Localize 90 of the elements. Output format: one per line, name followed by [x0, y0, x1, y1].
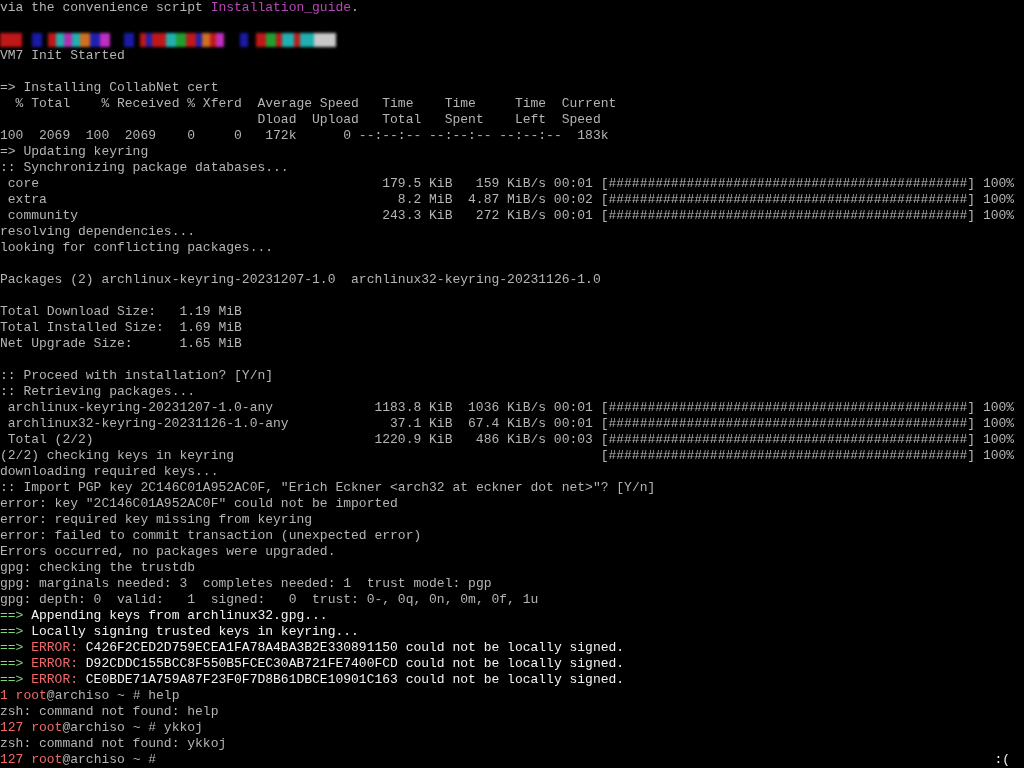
terminal-text: :: Synchronizing package databases...	[0, 160, 289, 176]
elapsed-time: 00:01	[553, 176, 593, 191]
package-name: community	[7, 208, 78, 223]
download-speed: 1036 KiB/s	[468, 400, 547, 415]
prompt-text: root	[30, 752, 63, 768]
terminal-text: resolving dependencies...	[0, 224, 196, 240]
terminal-text: Dload Upload Total Spent Left Speed	[256, 112, 601, 128]
hash-progress-text: [##############################################]	[600, 192, 976, 208]
package-name: extra	[7, 192, 47, 207]
hash-progress-text: [##############################################]	[600, 432, 976, 448]
terminal-text: .	[351, 0, 359, 16]
terminal-text: C426F2CED2D759ECEA1FA78A4BA3B2E330891150 could not be locally signed.	[84, 640, 625, 656]
terminal-text: :: Proceed with installation? [Y/n]	[0, 368, 274, 384]
prompt-text: 127	[0, 752, 24, 768]
terminal-text: :: Retrieving packages...	[0, 384, 196, 400]
download-speed: 159 KiB/s	[475, 176, 547, 191]
prompt-text: root	[14, 688, 47, 704]
progress-percent: 100%	[982, 208, 1015, 224]
download-size: 1183.8 KiB	[374, 400, 453, 415]
progress-percent: 100%	[982, 416, 1015, 432]
prompt-text: 1	[0, 688, 8, 704]
arrow-marker: ==>	[0, 624, 24, 640]
terminal-text: Locally signing trusted keys in keyring...	[30, 624, 359, 640]
terminal-text: 100 2069 100 2069 0 0 172k 0 --:--:-- --:--:-- --:--:-- 183k	[0, 128, 609, 144]
progress-percent: 100%	[982, 400, 1015, 416]
terminal-text: Net Upgrade Size: 1.65 MiB	[0, 336, 242, 352]
terminal-text: zsh: command not found: ykkoj	[0, 736, 227, 752]
terminal-text: Total Installed Size: 1.69 MiB	[0, 320, 242, 336]
download-speed: 486 KiB/s	[475, 432, 547, 447]
terminal-text: :: Import PGP key 2C146C01A952AC0F, "Erich Eckner <arch32 at eckner dot net>"? [Y/n]	[0, 480, 656, 496]
terminal-text: @archiso ~ # ykkoj	[62, 720, 203, 736]
package-name: Total (2/2)	[7, 432, 94, 447]
terminal-text: Total Download Size: 1.19 MiB	[0, 304, 242, 320]
arrow-marker: ==>	[0, 608, 24, 624]
package-name: core	[7, 176, 39, 191]
terminal-text: @archiso ~ # help	[46, 688, 180, 704]
prompt-text: 127	[0, 720, 24, 736]
terminal-text: gpg: marginals needed: 3 completes needed: 1 trust model: pgp	[0, 576, 492, 592]
terminal-text: gpg: checking the trustdb	[0, 560, 196, 576]
download-size: 243.3 KiB	[382, 208, 453, 223]
prompt-text: root	[30, 720, 63, 736]
terminal-text: VM7 Init Started	[0, 48, 125, 64]
hash-progress-text: [##############################################]	[600, 448, 976, 464]
terminal-text: zsh: command not found: help	[0, 704, 219, 720]
terminal-text: downloading required keys...	[0, 464, 219, 480]
terminal-text: => Installing CollabNet cert	[0, 80, 219, 96]
elapsed-time: 00:01	[553, 208, 593, 223]
status-indicator: :(	[994, 752, 1010, 768]
terminal-text: % Total % Received % Xferd Average Speed Time Time Time Current	[14, 96, 617, 112]
terminal-text: error: failed to commit transaction (unexpected error)	[0, 528, 422, 544]
terminal-text: D92CDDC155BCC8F550B5FCEC30AB721FE7400FCD could not be locally signed.	[84, 656, 625, 672]
package-name: archlinux-keyring-20231207-1.0-any	[7, 400, 274, 415]
terminal-text: @archiso ~ #	[62, 752, 157, 768]
package-name: archlinux32-keyring-20231126-1.0-any	[7, 416, 289, 431]
hash-progress-text: [##############################################]	[600, 176, 976, 192]
elapsed-time: 00:01	[553, 416, 593, 431]
download-speed: 67.4 KiB/s	[468, 416, 547, 431]
download-size: 37.1 KiB	[390, 416, 453, 431]
error-label: ERROR:	[30, 656, 78, 672]
progress-percent: 100%	[982, 176, 1015, 192]
arrow-marker: ==>	[0, 656, 24, 672]
elapsed-time: 00:02	[553, 192, 593, 207]
hash-progress-text: [##############################################]	[600, 400, 976, 416]
arrow-marker: ==>	[0, 672, 24, 688]
elapsed-time: 00:01	[553, 400, 593, 415]
download-speed: 4.87 MiB/s	[468, 192, 547, 207]
terminal-text: Errors occurred, no packages were upgraded.	[0, 544, 336, 560]
progress-percent: 100%	[982, 448, 1015, 464]
package-name: (2/2) checking keys in keyring	[0, 448, 235, 463]
terminal-text: looking for conflicting packages...	[0, 240, 274, 256]
download-size: 179.5 KiB	[382, 176, 453, 191]
progress-percent: 100%	[982, 432, 1015, 448]
terminal-text: error: required key missing from keyring	[0, 512, 313, 528]
terminal-text: via the convenience script	[0, 0, 204, 16]
terminal-text: Packages (2) archlinux-keyring-20231207-1.0 archlinux32-keyring-20231126-1.0	[0, 272, 601, 288]
download-size: 1220.9 KiB	[374, 432, 453, 447]
terminal-text: error: key "2C146C01A952AC0F" could not be imported	[0, 496, 398, 512]
terminal-text: gpg: depth: 0 valid: 1 signed: 0 trust: 0-, 0q, 0n, 0m, 0f, 1u	[0, 592, 539, 608]
download-speed: 272 KiB/s	[475, 208, 547, 223]
error-label: ERROR:	[30, 640, 78, 656]
progress-percent: 100%	[982, 192, 1015, 208]
arrow-marker: ==>	[0, 640, 24, 656]
hash-progress-text: [##############################################]	[600, 208, 976, 224]
terminal-text: Appending keys from archlinux32.gpg...	[30, 608, 328, 624]
error-label: ERROR:	[30, 672, 78, 688]
download-size: 8.2 MiB	[397, 192, 453, 207]
elapsed-time: 00:03	[553, 432, 593, 447]
terminal-text: => Updating keyring	[0, 144, 149, 160]
hash-progress-text: [##############################################]	[600, 416, 976, 432]
terminal-text: CE0BDE71A759A87F23F0F7D8B61DBCE10901C163 could not be locally signed.	[84, 672, 625, 688]
